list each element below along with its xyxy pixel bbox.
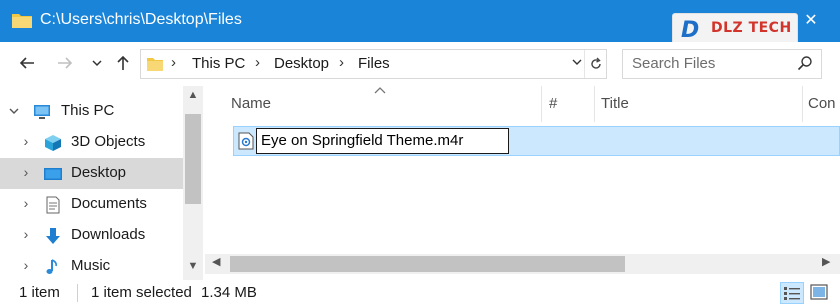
- column-header-title[interactable]: Title: [595, 86, 805, 122]
- tree-item-label: Desktop: [71, 164, 127, 181]
- chevron-down-icon: [92, 60, 102, 67]
- scrollbar-thumb[interactable]: [230, 256, 625, 272]
- details-view-button[interactable]: [780, 282, 804, 304]
- column-header-contributing-artists[interactable]: Con: [803, 86, 840, 122]
- address-dropdown-button[interactable]: [572, 56, 582, 70]
- breadcrumb-files[interactable]: Files: [358, 55, 390, 72]
- tree-item-this-pc[interactable]: This PC: [0, 96, 183, 127]
- close-button[interactable]: ✕: [795, 8, 827, 34]
- refresh-icon: [590, 57, 601, 69]
- scroll-down-icon[interactable]: ▼: [183, 260, 203, 272]
- arrow-left-icon: [19, 57, 34, 69]
- breadcrumb-separator[interactable]: ›: [255, 54, 260, 71]
- folder-icon: [147, 58, 163, 71]
- file-row[interactable]: Eye on Springfield Theme.m4r: [233, 126, 840, 156]
- chevron-down-icon: [572, 59, 582, 65]
- breadcrumb-desktop[interactable]: Desktop: [274, 55, 329, 72]
- status-bar: 1 item 1 item selected 1.34 MB: [0, 280, 840, 308]
- tree-item-3d-objects[interactable]: › 3D Objects: [0, 127, 183, 158]
- tree-item-label: Downloads: [71, 226, 146, 243]
- tree-item-documents[interactable]: › Documents: [0, 189, 183, 220]
- desktop-icon: [44, 168, 62, 180]
- tree-item-label: 3D Objects: [71, 133, 146, 150]
- computer-icon: [34, 105, 50, 119]
- address-bar[interactable]: › This PC › Desktop › Files: [140, 49, 607, 79]
- logo-text: DLZ TECH: [711, 20, 792, 36]
- document-icon: [46, 196, 60, 214]
- column-header-number[interactable]: #: [542, 86, 594, 122]
- tree-item-desktop[interactable]: › Desktop: [0, 158, 183, 189]
- tree-item-label: Music: [71, 257, 111, 274]
- refresh-button[interactable]: [584, 50, 606, 78]
- chevron-right-icon[interactable]: ›: [20, 133, 32, 149]
- scroll-right-icon[interactable]: ▶: [822, 255, 830, 268]
- music-icon: [46, 259, 57, 274]
- file-list: Name # Title Con Eye on Springfield Them…: [205, 86, 840, 280]
- chevron-down-icon[interactable]: [8, 102, 20, 120]
- tree-item-music[interactable]: › Music: [0, 251, 183, 282]
- details-view-icon: [784, 287, 800, 300]
- scroll-up-icon[interactable]: ▲: [183, 89, 203, 101]
- breadcrumb-separator[interactable]: ›: [339, 54, 344, 71]
- rename-input[interactable]: Eye on Springfield Theme.m4r: [256, 128, 509, 154]
- cube-icon: [45, 135, 61, 151]
- window-title: C:\Users\chris\Desktop\Files: [40, 11, 242, 28]
- logo-mark: D: [681, 18, 700, 43]
- folder-icon: [12, 14, 32, 28]
- forward-button[interactable]: [52, 50, 78, 76]
- tree-item-downloads[interactable]: › Downloads: [0, 220, 183, 251]
- arrow-up-icon: [117, 55, 129, 70]
- chevron-right-icon[interactable]: ›: [20, 195, 32, 211]
- up-button[interactable]: [110, 50, 136, 76]
- breadcrumb-separator[interactable]: ›: [171, 54, 176, 71]
- selection-count: 1 item selected: [91, 284, 192, 301]
- file-list-horizontal-scrollbar[interactable]: ◀ ▶: [205, 254, 840, 274]
- column-header-name[interactable]: Name: [205, 86, 545, 122]
- scrollbar-thumb[interactable]: [185, 114, 201, 204]
- tree-item-label: Documents: [71, 195, 147, 212]
- tree-scrollbar[interactable]: ▲ ▼: [183, 86, 203, 280]
- tree-item-label: This PC: [61, 102, 115, 119]
- column-label: #: [549, 95, 558, 112]
- back-button[interactable]: [14, 50, 40, 76]
- chevron-right-icon[interactable]: ›: [20, 164, 32, 180]
- recent-locations-button[interactable]: [84, 50, 110, 76]
- audio-file-icon: [238, 132, 254, 150]
- selection-size: 1.34 MB: [201, 284, 257, 301]
- column-label: Con: [808, 95, 836, 112]
- status-divider: [77, 284, 78, 302]
- column-label: Title: [601, 95, 629, 112]
- large-icons-view-icon: [810, 284, 828, 300]
- large-icons-view-button[interactable]: [808, 282, 832, 304]
- navigation-bar: › This PC › Desktop › Files Search Files: [0, 42, 840, 86]
- navigation-tree: This PC › 3D Objects › Desktop › Documen…: [0, 86, 205, 280]
- download-icon: [46, 228, 60, 244]
- arrow-right-icon: [58, 57, 73, 69]
- item-count: 1 item: [19, 284, 60, 301]
- chevron-right-icon[interactable]: ›: [20, 257, 32, 273]
- search-box[interactable]: Search Files: [622, 49, 822, 79]
- chevron-right-icon[interactable]: ›: [20, 226, 32, 242]
- scroll-left-icon[interactable]: ◀: [212, 255, 220, 268]
- search-icon[interactable]: [797, 55, 813, 71]
- breadcrumb-this-pc[interactable]: This PC: [192, 55, 245, 72]
- search-placeholder[interactable]: Search Files: [632, 55, 715, 72]
- column-label: Name: [231, 95, 272, 112]
